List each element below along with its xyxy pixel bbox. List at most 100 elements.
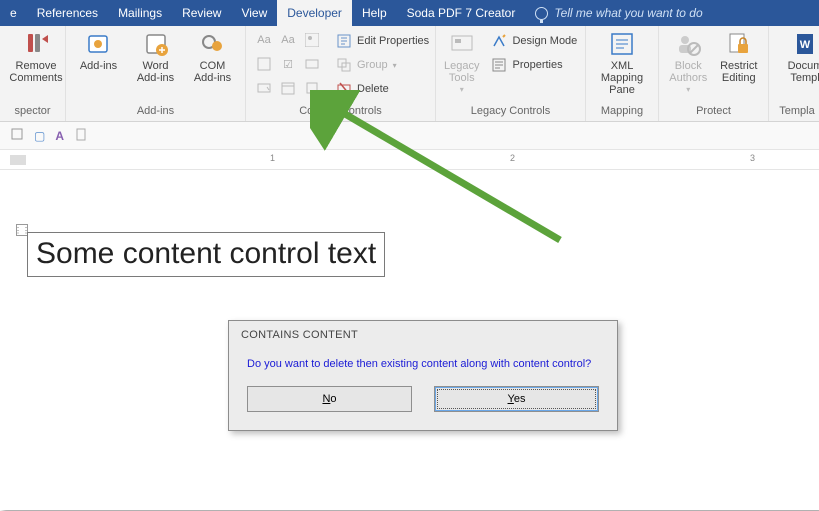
properties-label: Properties [512,59,562,71]
confirm-dialog: CONTAINS CONTENT Do you want to delete t… [228,320,618,431]
properties-list-icon [491,57,507,73]
delete-label: Delete [357,83,389,95]
cc-dropdown-icon[interactable] [254,78,274,98]
paste-icon[interactable] [74,127,88,144]
block-authors-label: Block Authors [667,60,710,84]
block-authors-icon [674,30,702,58]
cc-buildingblock-icon[interactable] [254,54,274,74]
document-template-label: Docum Templ [777,60,819,84]
restrict-editing-label: Restrict Editing [718,60,761,84]
tab-help[interactable]: Help [352,0,397,26]
properties-button[interactable]: Properties [487,54,581,76]
cc-picture-icon[interactable] [302,30,322,50]
tell-me-text: Tell me what you want to do [554,6,702,20]
com-addins-label: COM Add-ins [188,60,237,84]
restrict-editing-icon [725,30,753,58]
com-addins-button[interactable]: COM Add-ins [188,30,237,84]
no-button[interactable]: No [247,386,412,412]
remove-comments-label: Remove Comments [8,60,64,84]
word-addins-label: Word Add-ins [131,60,180,84]
ruler-indent-marker[interactable] [10,155,26,165]
design-mode-button[interactable]: Design Mode [487,30,581,52]
word-addins-icon [142,30,170,58]
yes-rest: es [514,393,526,405]
group-addins-label: Add-ins [74,103,237,121]
delete-icon [336,81,352,97]
com-addins-icon [199,30,227,58]
group-mapping: XML Mapping Pane Mapping [586,26,659,121]
svg-text:W: W [800,39,811,51]
tab-mailings[interactable]: Mailings [108,0,172,26]
legacy-tools-icon [448,30,476,58]
tab-review[interactable]: Review [172,0,231,26]
group-addins: Add-ins Word Add-ins COM Add-ins Add-ins [66,26,246,121]
yes-button[interactable]: Yes [434,386,599,412]
chevron-down-icon: ▾ [460,86,464,95]
cc-datepicker-icon[interactable] [278,78,298,98]
group-mapping-label: Mapping [594,103,650,121]
group-legacy-controls: Legacy Tools ▾ Design Mode Properties Le… [436,26,586,121]
chevron-down-icon: ▾ [686,86,690,95]
design-mode-label: Design Mode [512,35,577,47]
ribbon-tabs: e References Mailings Review View Develo… [0,0,819,26]
block-authors-button[interactable]: Block Authors ▾ [667,30,710,95]
ruler-tick: 1 [270,153,275,163]
content-control-gallery: Aa Aa ☑ [254,30,324,100]
cc-plaintext-icon[interactable]: Aa [278,30,298,50]
word-doc-icon: W [791,30,819,58]
group-content-controls-label: Content Controls [254,103,427,121]
lightbulb-icon [535,7,548,20]
tab-references[interactable]: References [27,0,108,26]
restrict-editing-button[interactable]: Restrict Editing [718,30,761,84]
design-mode-icon [491,33,507,49]
content-control-text: Some content control text [36,237,376,270]
secondary-toolbar: ▢ A [0,122,819,150]
cc-richtext-icon[interactable]: Aa [254,30,274,50]
group-label: Group [357,59,388,71]
group-content-controls: Aa Aa ☑ Edit Properties [246,26,436,121]
cc-checkbox-icon[interactable]: ☑ [278,54,298,74]
cc-repeating-icon[interactable] [302,78,322,98]
ribbon: Remove Comments spector Add-ins Word Add… [0,26,819,122]
edit-properties-button[interactable]: Edit Properties [332,30,433,52]
document-template-button[interactable]: W Docum Templ [777,30,819,84]
xml-mapping-button[interactable]: XML Mapping Pane [594,30,650,96]
group-spector-label: spector [8,103,57,121]
remove-comments-button[interactable]: Remove Comments [8,30,64,84]
word-window: e References Mailings Review View Develo… [0,0,819,511]
addins-label: Add-ins [80,60,117,72]
group-spector: Remove Comments spector [0,26,66,121]
font-a-icon[interactable]: A [55,129,64,143]
group-legacy-label: Legacy Controls [444,103,577,121]
ruler-tick: 2 [510,153,515,163]
group-templates-label: Templa [777,103,817,121]
tell-me-search[interactable]: Tell me what you want to do [525,0,712,26]
tool-icon[interactable] [10,127,24,144]
xml-mapping-icon [608,30,636,58]
addins-icon [85,30,113,58]
edit-properties-label: Edit Properties [357,35,429,47]
tab-fragment[interactable]: e [0,0,27,26]
save-icon[interactable]: ▢ [34,129,45,143]
delete-button[interactable]: Delete [332,78,433,100]
word-addins-button[interactable]: Word Add-ins [131,30,180,84]
legacy-tools-label: Legacy Tools [444,60,479,84]
cc-combobox-icon[interactable] [302,54,322,74]
group-button[interactable]: Group ▾ [332,54,433,76]
addins-button[interactable]: Add-ins [74,30,123,72]
content-control[interactable]: Some content control text [27,232,385,277]
legacy-tools-button[interactable]: Legacy Tools ▾ [444,30,479,95]
ruler-tick: 3 [750,153,755,163]
tab-developer[interactable]: Developer [277,0,352,26]
group-protect: Block Authors ▾ Restrict Editing Protect [659,26,769,121]
xml-mapping-label: XML Mapping Pane [594,60,650,96]
ruler[interactable]: 1 2 3 [0,150,819,170]
group-templates: W Docum Templ Templa [769,26,819,121]
no-rest: o [330,393,336,405]
tab-view[interactable]: View [231,0,277,26]
chevron-down-icon: ▾ [393,61,397,70]
remove-comments-icon [22,30,50,58]
properties-icon [336,33,352,49]
tab-soda-pdf[interactable]: Soda PDF 7 Creator [397,0,526,26]
dialog-title: CONTAINS CONTENT [229,321,617,351]
